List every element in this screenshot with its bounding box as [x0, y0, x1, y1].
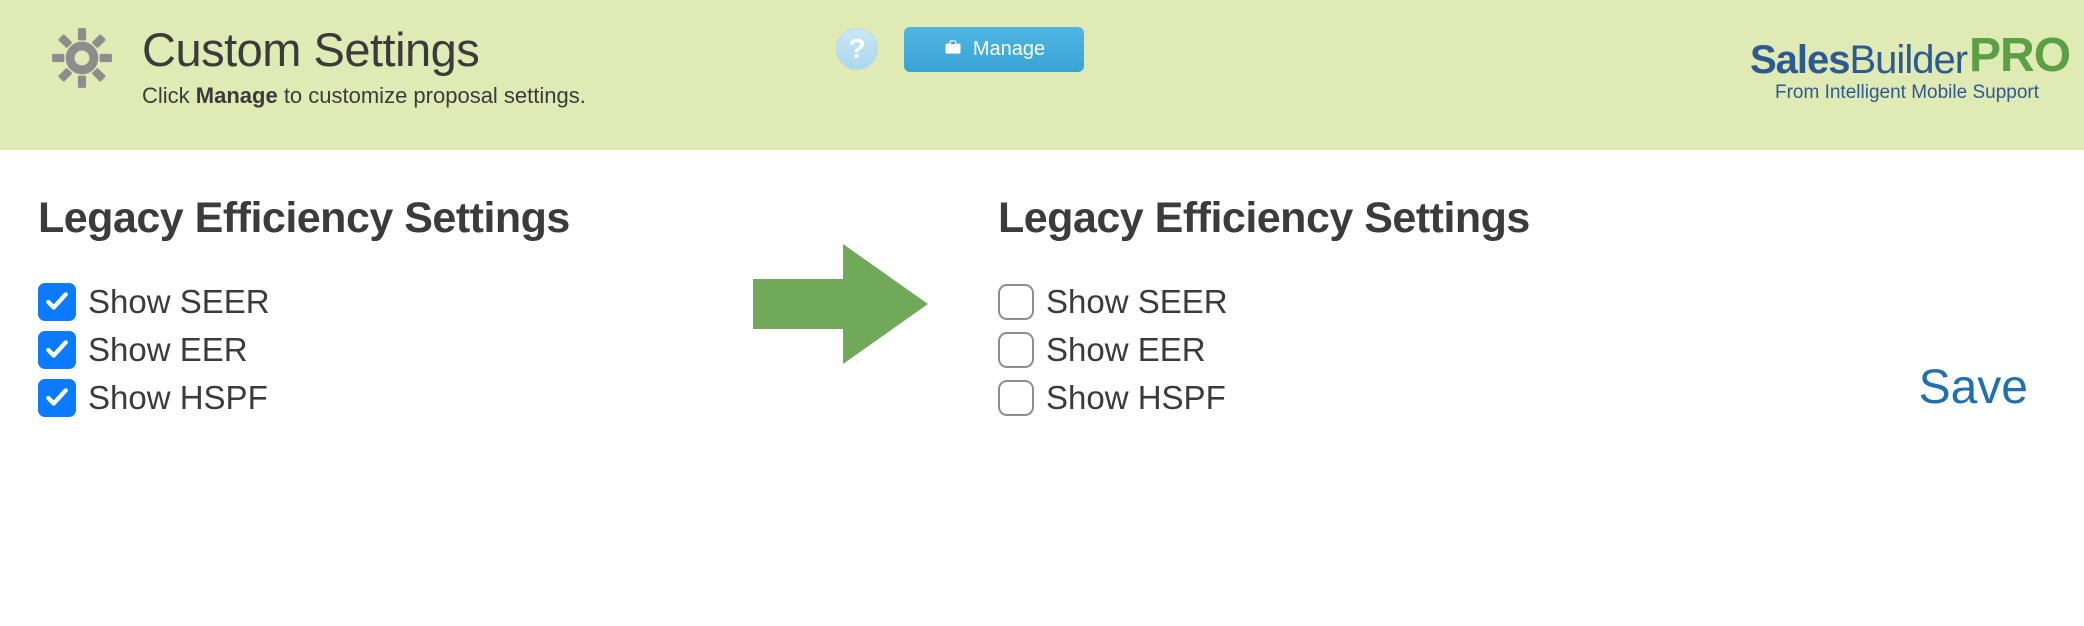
option-label: Show EER [88, 331, 248, 369]
checkbox-checked-icon[interactable] [38, 379, 76, 417]
option-row: Show EER [998, 331, 1530, 369]
option-row: Show EER [38, 331, 678, 369]
section-title-before: Legacy Efficiency Settings [38, 194, 678, 243]
arrow-icon [678, 234, 998, 374]
option-row: Show SEER [38, 283, 678, 321]
option-label: Show HSPF [88, 379, 268, 417]
brand-tagline: From Intelligent Mobile Support [1762, 82, 2052, 104]
save-button[interactable]: Save [1919, 360, 2028, 415]
manage-button[interactable]: Manage [904, 27, 1084, 72]
gear-icon [48, 24, 116, 92]
checkbox-empty-icon[interactable] [998, 332, 1034, 368]
checkbox-checked-icon[interactable] [38, 283, 76, 321]
legacy-settings-after: Legacy Efficiency Settings Show SEER Sho… [998, 194, 1530, 417]
brand-logo: SalesBuilder PRO From Intelligent Mobile… [1762, 8, 2052, 104]
page-title: Custom Settings [142, 22, 586, 77]
section-title-after: Legacy Efficiency Settings [998, 194, 1530, 243]
briefcase-icon [943, 37, 963, 63]
header-title-block: Custom Settings Click Manage to customiz… [142, 22, 586, 109]
manage-button-label: Manage [973, 38, 1045, 61]
option-row: Show SEER [998, 283, 1530, 321]
settings-header: Custom Settings Click Manage to customiz… [0, 0, 2084, 150]
legacy-settings-before: Legacy Efficiency Settings Show SEER Sho… [38, 194, 678, 417]
help-icon[interactable]: ? [836, 28, 878, 70]
checkbox-empty-icon[interactable] [998, 284, 1034, 320]
option-label: Show SEER [1046, 283, 1228, 321]
option-label: Show SEER [88, 283, 270, 321]
option-row: Show HSPF [998, 379, 1530, 417]
checkbox-empty-icon[interactable] [998, 380, 1034, 416]
checkbox-checked-icon[interactable] [38, 331, 76, 369]
option-label: Show EER [1046, 331, 1206, 369]
option-label: Show HSPF [1046, 379, 1226, 417]
page-subtitle: Click Manage to customize proposal setti… [142, 83, 586, 109]
content-area: Legacy Efficiency Settings Show SEER Sho… [0, 150, 2084, 417]
option-row: Show HSPF [38, 379, 678, 417]
